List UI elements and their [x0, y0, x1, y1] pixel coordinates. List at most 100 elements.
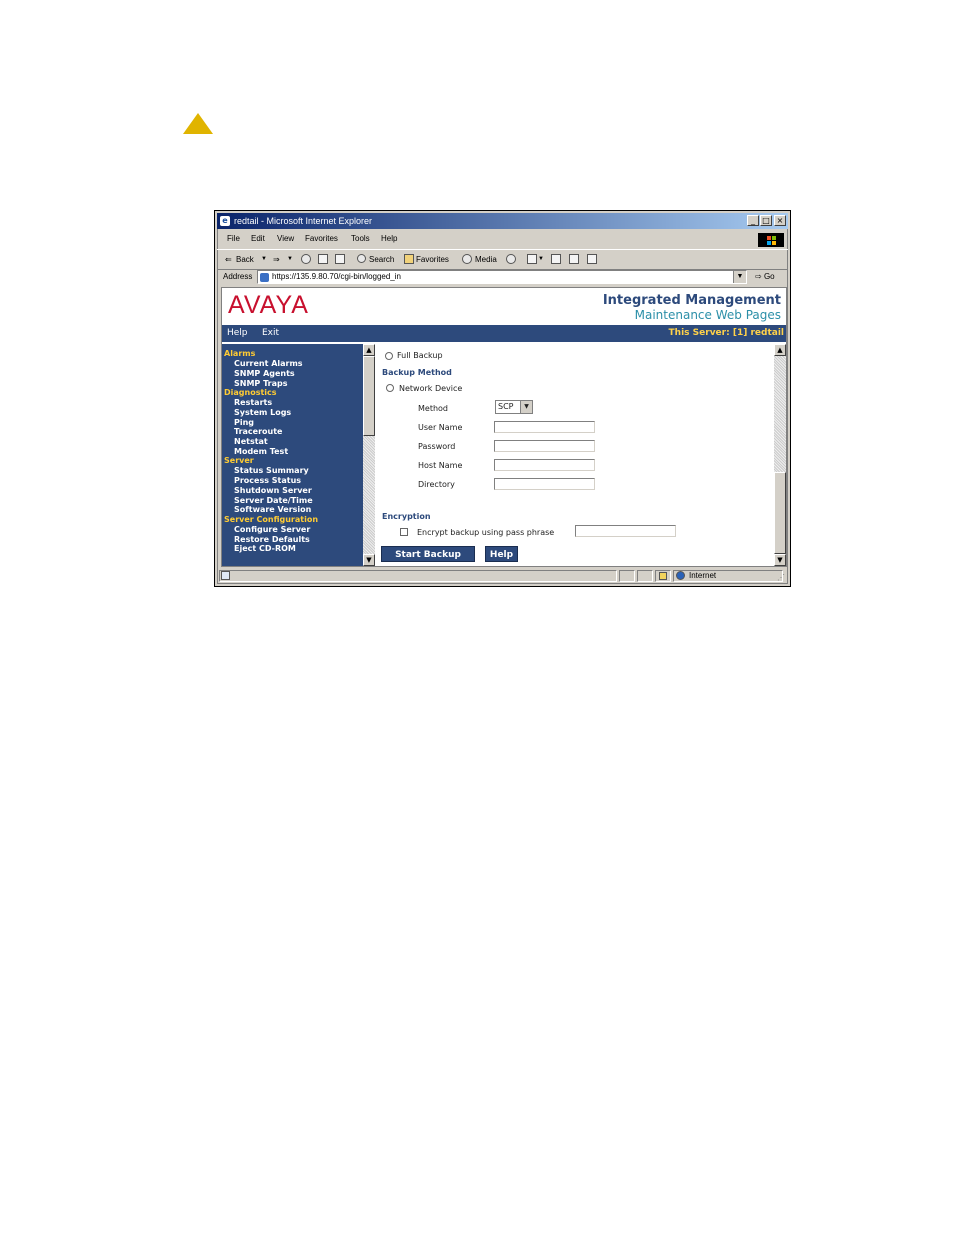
- sidebar-item-modem-test[interactable]: Modem Test: [234, 447, 288, 456]
- sidebar-section-server: Server: [224, 456, 254, 465]
- page-status-icon: [221, 571, 230, 580]
- header-title: Integrated Management: [602, 293, 781, 308]
- history-icon[interactable]: [506, 254, 516, 264]
- edit-icon[interactable]: [569, 254, 579, 264]
- print-icon[interactable]: [551, 254, 561, 264]
- header-subtitle: Maintenance Web Pages: [634, 308, 781, 322]
- warning-icon: [183, 113, 213, 134]
- sidebar-scrollbar[interactable]: ▲ ▼: [363, 344, 375, 566]
- password-input[interactable]: [494, 440, 595, 452]
- directory-input[interactable]: [494, 478, 595, 490]
- page-icon: [260, 273, 269, 282]
- title-bar[interactable]: e redtail - Microsoft Internet Explorer …: [217, 213, 788, 229]
- sidebar-item-restore-defaults[interactable]: Restore Defaults: [234, 535, 310, 544]
- sidebar-menu: Alarms Current Alarms SNMP Agents SNMP T…: [222, 344, 363, 566]
- browser-window: e redtail - Microsoft Internet Explorer …: [214, 210, 791, 587]
- user-name-input[interactable]: [494, 421, 595, 433]
- menu-favorites[interactable]: Favorites: [305, 231, 338, 247]
- menu-help[interactable]: Help: [381, 231, 397, 247]
- close-icon[interactable]: ×: [774, 215, 786, 226]
- sidebar-section-server-configuration: Server Configuration: [224, 515, 319, 524]
- sidebar-item-process-status[interactable]: Process Status: [234, 476, 301, 485]
- sidebar-scroll-thumb[interactable]: [363, 356, 375, 436]
- sidebar-item-ping[interactable]: Ping: [234, 418, 254, 427]
- scroll-up-icon[interactable]: ▲: [774, 344, 786, 356]
- address-label: Address: [223, 272, 253, 281]
- pass-phrase-input[interactable]: [575, 525, 676, 537]
- status-text-area: [219, 570, 617, 582]
- zone-label: Internet: [689, 571, 717, 580]
- sidebar-item-restarts[interactable]: Restarts: [234, 398, 272, 407]
- address-url[interactable]: https://135.9.80.70/cgi-bin/logged_in: [272, 271, 401, 283]
- toolbar: ⇐ Back ▼ ⇒ ▼ Search Favorites Media ▼: [217, 249, 788, 270]
- lock-icon: [659, 572, 667, 580]
- go-button[interactable]: ⇨ Go: [755, 269, 775, 285]
- method-value: SCP: [498, 402, 514, 411]
- home-icon[interactable]: [335, 254, 345, 264]
- sidebar-item-shutdown-server[interactable]: Shutdown Server: [234, 486, 312, 495]
- menu-view[interactable]: View: [277, 231, 294, 247]
- status-bar: Internet ⋰: [217, 569, 788, 583]
- content-scrollbar[interactable]: ▲ ▼: [774, 344, 786, 566]
- scroll-down-icon[interactable]: ▼: [774, 554, 786, 566]
- method-select[interactable]: SCP ▼: [495, 400, 533, 414]
- encrypt-checkbox[interactable]: [400, 528, 408, 536]
- media-icon[interactable]: [462, 254, 472, 264]
- media-button[interactable]: Media: [475, 250, 497, 269]
- sidebar-item-configure-server[interactable]: Configure Server: [234, 525, 310, 534]
- page-header: AVAYA Integrated Management Maintenance …: [222, 288, 786, 325]
- back-dropdown-icon[interactable]: ▼: [261, 250, 267, 269]
- nav-exit-link[interactable]: Exit: [262, 325, 279, 342]
- scroll-up-icon[interactable]: ▲: [363, 344, 375, 356]
- help-button[interactable]: Help: [485, 546, 518, 562]
- refresh-icon[interactable]: [318, 254, 328, 264]
- menu-file[interactable]: File: [227, 231, 240, 247]
- minimize-icon[interactable]: _: [747, 215, 759, 226]
- sidebar-item-server-date-time[interactable]: Server Date/Time: [234, 496, 313, 505]
- discuss-icon[interactable]: [587, 254, 597, 264]
- sidebar-item-snmp-agents[interactable]: SNMP Agents: [234, 369, 295, 378]
- sidebar-section-diagnostics: Diagnostics: [224, 388, 277, 397]
- menu-tools[interactable]: Tools: [351, 231, 370, 247]
- host-name-input[interactable]: [494, 459, 595, 471]
- stop-icon[interactable]: [301, 254, 311, 264]
- sidebar-item-current-alarms[interactable]: Current Alarms: [234, 359, 303, 368]
- back-arrow-icon[interactable]: ⇐: [225, 250, 232, 269]
- sidebar-item-snmp-traps[interactable]: SNMP Traps: [234, 379, 287, 388]
- mail-icon[interactable]: [527, 254, 537, 264]
- sidebar-item-status-summary[interactable]: Status Summary: [234, 466, 309, 475]
- chevron-down-icon[interactable]: ▼: [520, 401, 532, 413]
- menu-bar: File Edit View Favorites Tools Help: [217, 231, 788, 247]
- mail-dropdown-icon[interactable]: ▼: [538, 250, 544, 269]
- address-input[interactable]: https://135.9.80.70/cgi-bin/logged_in ▼: [257, 270, 747, 284]
- sidebar-item-netstat[interactable]: Netstat: [234, 437, 268, 446]
- top-nav: Help Exit This Server: [1] redtail: [222, 325, 786, 342]
- forward-arrow-icon[interactable]: ⇒: [273, 250, 280, 269]
- back-button[interactable]: Back: [236, 250, 254, 269]
- network-device-radio[interactable]: [386, 384, 394, 392]
- sidebar-section-alarms: Alarms: [224, 349, 256, 358]
- globe-icon: [676, 571, 685, 580]
- sidebar-item-system-logs[interactable]: System Logs: [234, 408, 291, 417]
- sidebar-item-eject-cd-rom[interactable]: Eject CD-ROM: [234, 544, 296, 553]
- search-icon[interactable]: [357, 254, 366, 263]
- encryption-heading: Encryption: [382, 512, 431, 521]
- address-dropdown-icon[interactable]: ▼: [733, 271, 746, 283]
- forward-dropdown-icon[interactable]: ▼: [287, 250, 293, 269]
- menu-edit[interactable]: Edit: [251, 231, 265, 247]
- sidebar-item-software-version[interactable]: Software Version: [234, 505, 311, 514]
- windows-logo-icon: [758, 233, 784, 247]
- favorites-icon[interactable]: [404, 254, 414, 264]
- maximize-icon[interactable]: □: [760, 215, 772, 226]
- start-backup-button[interactable]: Start Backup: [381, 546, 475, 562]
- nav-help-link[interactable]: Help: [227, 325, 248, 342]
- password-label: Password: [418, 442, 456, 451]
- scroll-down-icon[interactable]: ▼: [363, 554, 375, 566]
- search-button[interactable]: Search: [369, 250, 394, 269]
- full-backup-radio[interactable]: [385, 352, 393, 360]
- sidebar-item-traceroute[interactable]: Traceroute: [234, 427, 282, 436]
- favorites-button[interactable]: Favorites: [416, 250, 449, 269]
- server-label: This Server: [1] redtail: [668, 328, 784, 338]
- content-scroll-thumb[interactable]: [774, 472, 786, 554]
- resize-grip-icon[interactable]: ⋰: [777, 571, 785, 585]
